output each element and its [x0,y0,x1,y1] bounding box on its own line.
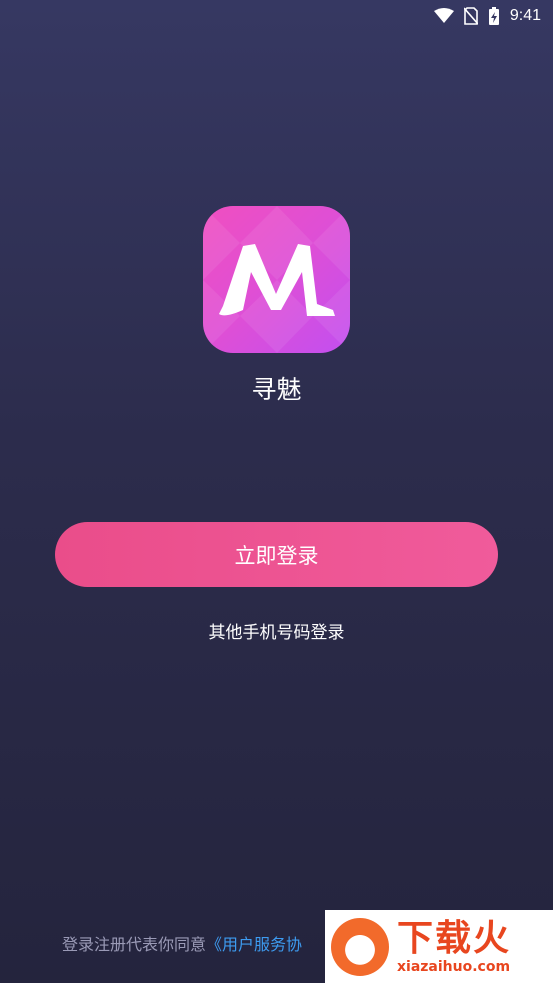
user-agreement-link[interactable]: 《用户服务协 [206,935,302,954]
fire-logo-icon [331,917,389,976]
status-bar: 9:41 [0,0,553,32]
wifi-icon [433,8,454,24]
login-button[interactable]: 立即登录 [55,522,498,587]
app-name: 寻魅 [251,375,302,404]
app-logo [203,206,350,353]
watermark-overlay: 下载火 xiazaihuo.com [325,910,553,983]
other-phone-login-link[interactable]: 其他手机号码登录 [0,618,553,643]
status-time: 9:41 [509,7,541,24]
agreement-prefix: 登录注册代表你同意 [62,935,207,954]
no-sim-icon [463,7,478,25]
battery-charging-icon [488,6,500,26]
agreement-text: 登录注册代表你同意《用户服务协 [62,931,302,955]
watermark-title: 下载火 [397,917,512,959]
watermark-url: xiazaihuo.com [397,958,511,975]
